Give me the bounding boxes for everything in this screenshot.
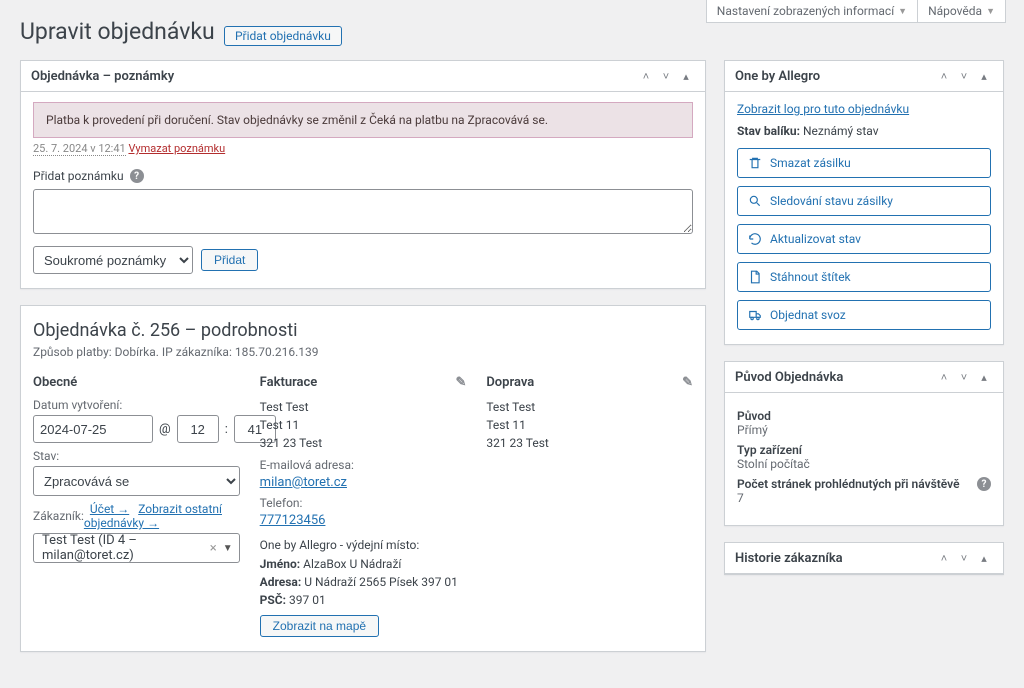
help-icon[interactable]: ? bbox=[977, 477, 991, 491]
toggle-icon[interactable]: ▴ bbox=[975, 549, 993, 567]
add-order-button[interactable]: Přidat objednávku bbox=[224, 26, 342, 46]
chevron-down-icon[interactable]: ˅ bbox=[955, 549, 973, 567]
order-pickup-button[interactable]: Objednat svoz bbox=[737, 300, 991, 330]
order-details-title: Objednávka č. 256 – podrobnosti bbox=[33, 320, 693, 341]
general-heading: Obecné bbox=[33, 375, 240, 390]
help-label: Nápověda bbox=[928, 4, 982, 18]
edit-billing-icon[interactable]: ✎ bbox=[455, 375, 466, 390]
device-value: Stolní počítač bbox=[737, 457, 991, 471]
email-label: E-mailová adresa: bbox=[260, 458, 467, 472]
shipping-column: Doprava ✎ Test Test Test 11 321 23 Test bbox=[486, 375, 693, 637]
shipping-name: Test Test bbox=[486, 398, 693, 416]
customer-select[interactable]: Test Test (ID 4 – milan@toret.cz) × ▼ bbox=[33, 533, 240, 563]
chevron-down-icon: ▼ bbox=[986, 6, 995, 17]
refresh-status-button[interactable]: Aktualizovat stav bbox=[737, 224, 991, 254]
help-icon[interactable]: ? bbox=[130, 169, 144, 183]
page-title: Upravit objednávku bbox=[20, 18, 215, 45]
allegro-box: One by Allegro ˄ ˅ ▴ Zobrazit log pro tu… bbox=[724, 60, 1004, 345]
device-label: Typ zařízení bbox=[737, 443, 991, 457]
truck-icon bbox=[748, 308, 762, 322]
edit-shipping-icon[interactable]: ✎ bbox=[682, 375, 693, 390]
note-textarea[interactable] bbox=[33, 189, 693, 234]
shipping-line2: 321 23 Test bbox=[486, 434, 693, 452]
pickup-zip: 397 01 bbox=[289, 593, 326, 607]
billing-line2: 321 23 Test bbox=[260, 434, 467, 452]
note-timestamp[interactable]: 25. 7. 2024 v 12:41 bbox=[33, 142, 126, 156]
billing-name: Test Test bbox=[260, 398, 467, 416]
billing-heading: Fakturace bbox=[260, 375, 318, 390]
trash-icon bbox=[748, 156, 762, 170]
chevron-up-icon[interactable]: ˄ bbox=[935, 368, 953, 386]
chevron-up-icon[interactable]: ˄ bbox=[637, 67, 655, 85]
customer-label: Zákazník: bbox=[33, 509, 84, 523]
show-on-map-button[interactable]: Zobrazit na mapě bbox=[260, 615, 379, 637]
refresh-icon bbox=[748, 232, 762, 246]
pages-value: 7 bbox=[737, 491, 991, 505]
order-notes-title: Objednávka – poznámky bbox=[31, 69, 174, 84]
customer-value: Test Test (ID 4 – milan@toret.cz) bbox=[42, 533, 215, 563]
track-shipment-button[interactable]: Sledování stavu zásilky bbox=[737, 186, 991, 216]
general-column: Obecné Datum vytvoření: @ : Stav: bbox=[33, 375, 240, 637]
screen-options-label: Nastavení zobrazených informací bbox=[717, 4, 894, 18]
status-select[interactable]: Zpracovává se bbox=[33, 466, 240, 496]
chevron-down-icon[interactable]: ˅ bbox=[955, 67, 973, 85]
package-status-value: Neznámý stav bbox=[803, 124, 879, 138]
pickup-address: U Nádraží 2565 Písek 397 01 bbox=[304, 575, 458, 589]
at-symbol: @ bbox=[159, 422, 171, 437]
origin-value: Přímý bbox=[737, 423, 991, 437]
phone-label: Telefon: bbox=[260, 496, 467, 510]
chevron-up-icon[interactable]: ˄ bbox=[935, 67, 953, 85]
hour-input[interactable] bbox=[177, 415, 219, 443]
pickup-heading: One by Allegro - výdejní místo: bbox=[260, 538, 467, 552]
status-label: Stav: bbox=[33, 449, 240, 463]
chevron-down-icon: ▼ bbox=[223, 543, 233, 554]
order-note-entry: Platba k provedení při doručení. Stav ob… bbox=[33, 102, 693, 138]
clear-icon[interactable]: × bbox=[210, 541, 217, 556]
shipping-line1: Test 11 bbox=[486, 416, 693, 434]
note-type-select[interactable]: Soukromé poznámky bbox=[33, 246, 193, 274]
add-note-label: Přidat poznámku bbox=[33, 169, 124, 183]
chevron-down-icon[interactable]: ˅ bbox=[657, 67, 675, 85]
billing-email[interactable]: milan@toret.cz bbox=[260, 475, 347, 490]
origin-title: Původ Objednávka bbox=[735, 370, 843, 385]
show-log-link[interactable]: Zobrazit log pro tuto objednávku bbox=[737, 102, 909, 116]
chevron-down-icon: ▼ bbox=[898, 6, 907, 17]
origin-label: Původ bbox=[737, 409, 991, 423]
delete-shipment-button[interactable]: Smazat zásilku bbox=[737, 148, 991, 178]
order-details-box: Objednávka č. 256 – podrobnosti Způsob p… bbox=[20, 305, 706, 652]
billing-line1: Test 11 bbox=[260, 416, 467, 434]
billing-phone[interactable]: 777123456 bbox=[260, 513, 326, 528]
screen-options-tab[interactable]: Nastavení zobrazených informací ▼ bbox=[706, 0, 918, 23]
chevron-down-icon[interactable]: ˅ bbox=[955, 368, 973, 386]
toggle-icon[interactable]: ▴ bbox=[677, 67, 695, 85]
date-created-label: Datum vytvoření: bbox=[33, 398, 240, 412]
add-note-button[interactable]: Přidat bbox=[201, 249, 258, 271]
document-icon bbox=[748, 270, 762, 284]
pickup-name: AlzaBox U Nádraží bbox=[303, 557, 401, 571]
toggle-icon[interactable]: ▴ bbox=[975, 67, 993, 85]
customer-history-title: Historie zákazníka bbox=[735, 551, 843, 566]
customer-history-box: Historie zákazníka ˄ ˅ ▴ bbox=[724, 542, 1004, 575]
pages-label: Počet stránek prohlédnutých při návštěvě bbox=[737, 477, 960, 491]
allegro-title: One by Allegro bbox=[735, 69, 820, 84]
download-label-button[interactable]: Stáhnout štítek bbox=[737, 262, 991, 292]
origin-box: Původ Objednávka ˄ ˅ ▴ Původ Přímý Typ z… bbox=[724, 361, 1004, 526]
billing-column: Fakturace ✎ Test Test Test 11 321 23 Tes… bbox=[260, 375, 467, 637]
search-icon bbox=[748, 194, 762, 208]
shipping-heading: Doprava bbox=[486, 375, 534, 390]
help-tab[interactable]: Nápověda ▼ bbox=[917, 0, 1006, 23]
order-notes-box: Objednávka – poznámky ˄ ˅ ▴ Platba k pro… bbox=[20, 60, 706, 289]
toggle-icon[interactable]: ▴ bbox=[975, 368, 993, 386]
chevron-up-icon[interactable]: ˄ bbox=[935, 549, 953, 567]
profile-link[interactable]: Účet → bbox=[90, 502, 129, 516]
order-details-subtitle: Způsob platby: Dobírka. IP zákazníka: 18… bbox=[33, 345, 693, 359]
delete-note-link[interactable]: Vymazat poznámku bbox=[128, 142, 225, 155]
date-input[interactable] bbox=[33, 415, 153, 443]
